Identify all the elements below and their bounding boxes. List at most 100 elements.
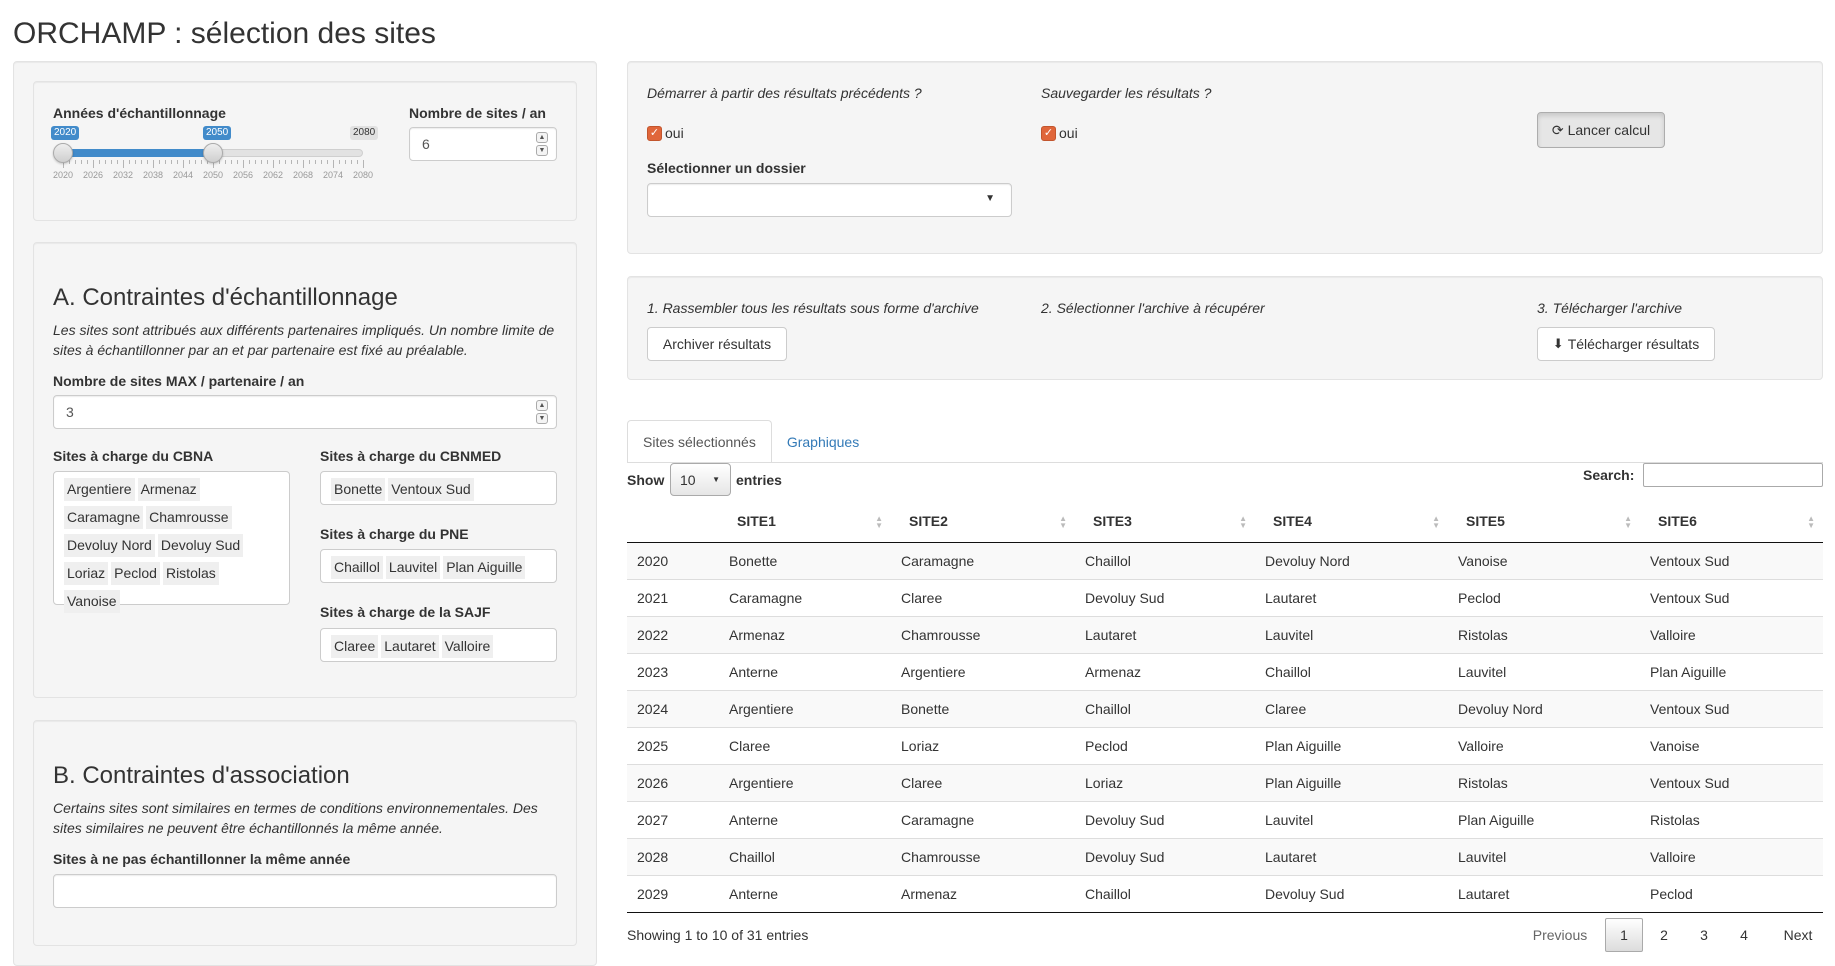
sampling-panel: Années d'échantillonnage 2020 2050 2080 … xyxy=(33,81,577,221)
table-row: 2024 Argentiere Bonette Chaillol Claree Devol… xyxy=(627,689,1823,727)
sort-icon: ▲ ▼ xyxy=(1807,514,1815,530)
page-length-select[interactable]: 10 ▼ xyxy=(670,463,731,496)
site-tag[interactable]: Plan Aiguille xyxy=(443,556,526,579)
years-slider[interactable]: 2020 2050 2080 2020 2026 2032 2038 2044 2050 2… xyxy=(51,126,379,186)
site-tag[interactable]: Chaillol xyxy=(331,556,383,579)
table-row: 2020 Bonette Caramagne Chaillol Devoluy Nord… xyxy=(627,541,1823,579)
run-button[interactable]: ⟳ Lancer calcul xyxy=(1537,112,1665,148)
pne-label: Sites à charge du PNE xyxy=(320,526,469,542)
slider-tick xyxy=(267,160,268,164)
pagination-previous[interactable]: Previous xyxy=(1520,918,1600,952)
sites-per-year-input[interactable]: 6 ▲ ▼ xyxy=(409,127,557,161)
pne-sites-select[interactable]: Chaillol Lauvitel Plan Aiguille xyxy=(320,549,557,583)
slider-max-badge: 2080 xyxy=(350,126,379,140)
column-header-site3[interactable]: SITE3 ▲ ▼ xyxy=(1075,501,1255,543)
slider-handle-to[interactable] xyxy=(203,143,223,163)
site-tag[interactable]: Bonette xyxy=(331,478,386,501)
pagination-page-4[interactable]: 4 xyxy=(1725,918,1763,952)
cell-year: 2022 xyxy=(627,615,719,653)
tab-graphs[interactable]: Graphiques xyxy=(772,420,874,463)
download-icon: ⬇ xyxy=(1552,336,1564,351)
site-tag[interactable]: Ristolas xyxy=(162,562,219,585)
cell-site: Devoluy Sud xyxy=(1255,874,1448,913)
slider-tick xyxy=(309,160,310,164)
cell-site: Claree xyxy=(891,763,1075,801)
slider-handle-from[interactable] xyxy=(53,143,73,163)
column-header-year[interactable] xyxy=(627,501,719,543)
cell-site: Ventoux Sud xyxy=(1640,578,1823,616)
site-tag[interactable]: Valloire xyxy=(441,635,494,658)
slider-tick xyxy=(261,160,262,164)
cell-year: 2025 xyxy=(627,726,719,764)
site-tag[interactable]: Argentiere xyxy=(64,478,135,501)
run-panel: Démarrer à partir des résultats précéden… xyxy=(627,61,1823,254)
site-tag[interactable]: Armenaz xyxy=(137,478,200,501)
archive-button[interactable]: Archiver résultats xyxy=(647,327,787,361)
sort-icon: ▲ ▼ xyxy=(875,514,883,530)
cell-site: Plan Aiguille xyxy=(1640,652,1823,690)
download-button[interactable]: ⬇ Télécharger résultats xyxy=(1537,327,1715,361)
table-row: 2021 Caramagne Claree Devoluy Sud Lautaret Pe… xyxy=(627,578,1823,616)
site-tag[interactable]: Devoluy Sud xyxy=(157,534,244,557)
slider-tick xyxy=(159,160,160,164)
slider-tick xyxy=(93,160,94,168)
column-header-site1[interactable]: SITE1 ▲ ▼ xyxy=(719,501,891,543)
site-tag[interactable]: Caramagne xyxy=(64,506,144,529)
column-header-site2[interactable]: SITE2 ▲ ▼ xyxy=(891,501,1075,543)
slider-tick xyxy=(183,160,184,168)
pagination-page-1[interactable]: 1 xyxy=(1605,918,1643,952)
slider-tick xyxy=(285,160,286,164)
entries-label: entries xyxy=(736,472,782,488)
site-tag[interactable]: Devoluy Nord xyxy=(64,534,155,557)
cell-site: Ristolas xyxy=(1640,800,1823,838)
site-tag[interactable]: Peclod xyxy=(111,562,160,585)
site-tag[interactable]: Loriaz xyxy=(64,562,109,585)
checkbox-label: oui xyxy=(665,125,684,141)
start-from-previous-checkbox[interactable]: ✓ oui xyxy=(647,125,684,141)
column-header-site6[interactable]: SITE6 ▲ ▼ xyxy=(1640,501,1823,543)
slider-tick xyxy=(297,160,298,164)
slider-tick xyxy=(273,160,274,168)
association-select[interactable] xyxy=(53,874,557,908)
cbnmed-label: Sites à charge du CBNMED xyxy=(320,448,502,464)
sajf-sites-select[interactable]: Claree Lautaret Valloire xyxy=(320,628,557,662)
cbna-sites-select[interactable]: Argentiere Armenaz Caramagne Chamrousse Devo… xyxy=(53,471,290,613)
column-header-site5[interactable]: SITE5 ▲ ▼ xyxy=(1448,501,1640,543)
cell-year: 2023 xyxy=(627,652,719,690)
site-tag[interactable]: Lauvitel xyxy=(385,556,441,579)
slider-tick xyxy=(165,160,166,164)
site-tag[interactable]: Vanoise xyxy=(64,590,120,613)
check-icon: ✓ xyxy=(647,125,662,141)
site-tag[interactable]: Lautaret xyxy=(381,635,439,658)
tab-selected-sites[interactable]: Sites sélectionnés xyxy=(627,420,772,463)
cell-site: Vanoise xyxy=(1640,726,1823,764)
number-stepper[interactable]: ▲ ▼ xyxy=(536,400,548,424)
pagination-next[interactable]: Next xyxy=(1773,918,1823,952)
cell-site: Valloire xyxy=(1448,726,1640,764)
column-header-label: SITE1 xyxy=(737,513,776,530)
pagination-page-3[interactable]: 3 xyxy=(1685,918,1723,952)
slider-tick xyxy=(225,160,226,164)
number-stepper[interactable]: ▲ ▼ xyxy=(536,132,548,156)
cell-site: Chaillol xyxy=(1075,541,1255,579)
pagination-page-2[interactable]: 2 xyxy=(1645,918,1683,952)
site-tag[interactable]: Claree xyxy=(331,635,379,658)
search-input[interactable] xyxy=(1643,463,1823,487)
cell-site: Vanoise xyxy=(1448,541,1640,579)
cell-site: Bonette xyxy=(891,689,1075,727)
cell-site: Chamrousse xyxy=(891,837,1075,875)
site-tag[interactable]: Ventoux Sud xyxy=(388,478,474,501)
save-results-checkbox[interactable]: ✓ oui xyxy=(1041,125,1078,141)
sort-icon: ▲ ▼ xyxy=(1059,514,1067,530)
cbnmed-sites-select[interactable]: Bonette Ventoux Sud xyxy=(320,471,557,505)
site-tag[interactable]: Chamrousse xyxy=(146,506,232,529)
cell-site: Loriaz xyxy=(891,726,1075,764)
cell-site: Peclod xyxy=(1640,874,1823,913)
slider-tick xyxy=(243,160,244,168)
column-header-site4[interactable]: SITE4 ▲ ▼ xyxy=(1255,501,1448,543)
cell-site: Chaillol xyxy=(1075,689,1255,727)
max-sites-input[interactable]: 3 ▲ ▼ xyxy=(53,395,557,429)
slider-tick xyxy=(279,160,280,164)
folder-select[interactable]: ▼ xyxy=(647,183,1012,217)
checkbox-label: oui xyxy=(1059,125,1078,141)
